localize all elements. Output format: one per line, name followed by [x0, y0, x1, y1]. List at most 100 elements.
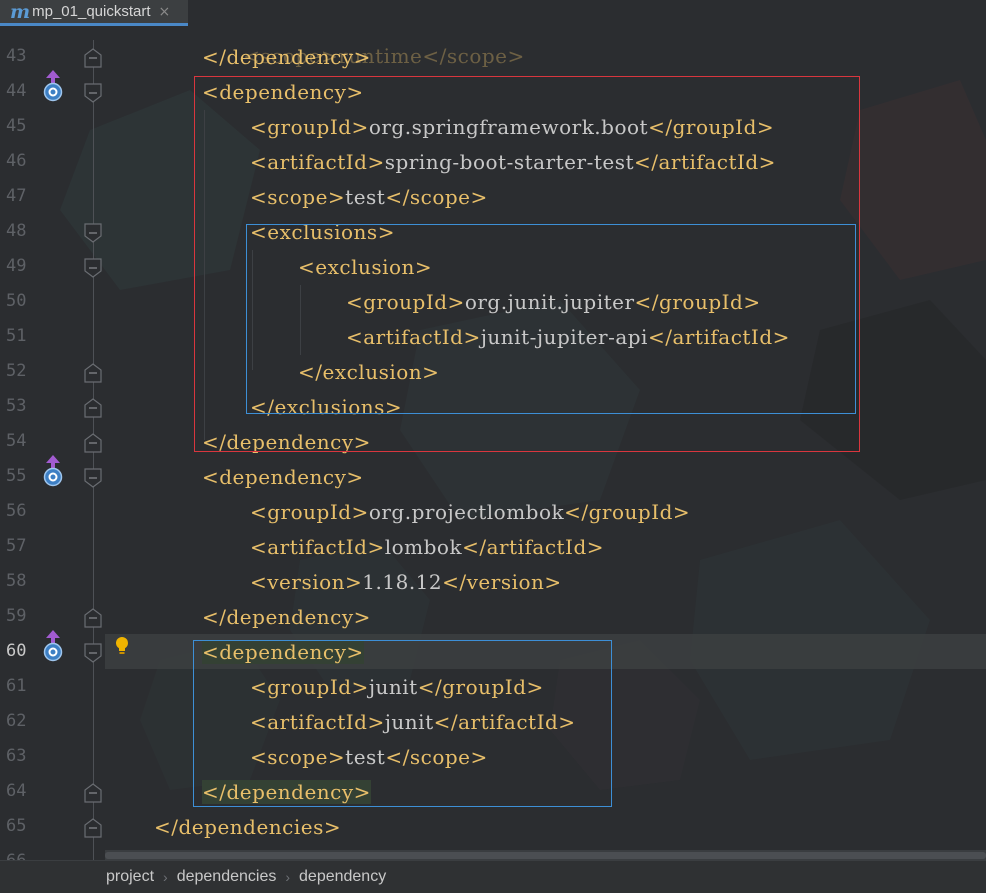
code-line: <exclusion> — [298, 250, 432, 285]
xml-text: spring-boot-starter-test — [384, 150, 634, 174]
code-line: </dependency> — [202, 600, 371, 635]
indent-guide — [300, 285, 301, 355]
code-line: <groupId>org.springframework.boot</group… — [250, 110, 774, 145]
line-number: 47 — [6, 186, 27, 206]
breadcrumb-item-project[interactable]: project — [106, 868, 154, 886]
line-number: 60 — [6, 641, 27, 661]
xml-tag: <groupId> — [250, 675, 369, 699]
editor-tab[interactable]: m mp_01_quickstart × — [0, 0, 188, 26]
xml-tag: </dependency> — [202, 430, 371, 454]
breadcrumb-item-dependencies[interactable]: dependencies — [177, 868, 277, 886]
xml-tag: </artifactId> — [647, 325, 790, 349]
line-number: 50 — [6, 291, 27, 311]
xml-tag: <exclusions> — [250, 220, 395, 244]
code-line: <version>1.18.12</version> — [250, 565, 562, 600]
code-line: <artifactId>junit</artifactId> — [250, 705, 576, 740]
xml-tag: </exclusion> — [298, 360, 440, 384]
fold-close-icon[interactable] — [84, 48, 102, 68]
lightbulb-icon[interactable] — [113, 636, 131, 656]
code-line: <artifactId>lombok</artifactId> — [250, 530, 604, 565]
line-number: 59 — [6, 606, 27, 626]
fold-open-icon[interactable] — [84, 223, 102, 243]
xml-tag: <dependency> — [202, 465, 364, 489]
xml-tag: </groupId> — [417, 675, 544, 699]
line-number: 49 — [6, 256, 27, 276]
xml-tag: </dependency> — [202, 605, 371, 629]
close-icon[interactable]: × — [159, 4, 171, 20]
xml-tag: </artifactId> — [634, 150, 776, 174]
line-number: 57 — [6, 536, 27, 556]
xml-tag: <dependency> — [202, 640, 364, 664]
breadcrumb: project › dependencies › dependency — [0, 860, 986, 893]
fold-close-icon[interactable] — [84, 398, 102, 418]
line-number: 58 — [6, 571, 27, 591]
horizontal-scrollbar[interactable] — [105, 850, 986, 860]
fold-open-icon[interactable] — [84, 468, 102, 488]
overrides-parent-icon[interactable] — [40, 69, 66, 103]
xml-tag: </dependency> — [202, 45, 371, 69]
breadcrumb-separator: › — [285, 869, 291, 885]
tab-label: mp_01_quickstart — [32, 3, 151, 20]
xml-tag: <scope> — [250, 185, 346, 209]
code-line: <scope>test</scope> — [250, 180, 488, 215]
fold-open-icon[interactable] — [84, 83, 102, 103]
code-line: </dependency> — [202, 425, 371, 460]
xml-tag: </exclusions> — [250, 395, 403, 419]
code-line: </exclusion> — [298, 355, 439, 390]
overrides-parent-icon[interactable] — [40, 454, 66, 488]
xml-tag: <exclusion> — [298, 255, 433, 279]
xml-text: org.projectlombok — [368, 500, 565, 524]
maven-m-icon: m — [10, 0, 31, 23]
breadcrumb-item-dependency[interactable]: dependency — [299, 868, 386, 886]
xml-tag: </dependencies> — [154, 815, 342, 839]
breadcrumb-separator: › — [163, 869, 168, 885]
fold-open-icon[interactable] — [84, 643, 102, 663]
indent-guide — [204, 110, 205, 440]
code-line: </dependency> — [202, 775, 371, 810]
line-number: 61 — [6, 676, 27, 696]
xml-tag: </artifactId> — [433, 710, 576, 734]
xml-tag: </dependency> — [202, 780, 371, 804]
fold-close-icon[interactable] — [84, 363, 102, 383]
indent-guide — [252, 250, 253, 370]
xml-tag: <artifactId> — [250, 150, 385, 174]
code-editor[interactable]: <scope>runtime</scope> </dependency> <dep… — [0, 0, 986, 860]
code-line: <groupId>org.projectlombok</groupId> — [250, 495, 690, 530]
xml-text: test — [345, 745, 386, 769]
line-number: 46 — [6, 151, 27, 171]
xml-tag: <groupId> — [250, 500, 369, 524]
fold-close-icon[interactable] — [84, 433, 102, 453]
overrides-parent-icon[interactable] — [40, 629, 66, 663]
fold-close-icon[interactable] — [84, 818, 102, 838]
fold-close-icon[interactable] — [84, 783, 102, 803]
code-line: <groupId>org.junit.jupiter</groupId> — [346, 285, 761, 320]
line-number: 52 — [6, 361, 27, 381]
line-number: 64 — [6, 781, 27, 801]
code-line: <artifactId>junit-jupiter-api</artifactI… — [346, 320, 790, 355]
xml-tag: </scope> — [385, 745, 488, 769]
editor-gutter: 43 44 45 46 47 48 49 50 51 52 53 54 55 56 57 58 59 60 61 62… — [0, 0, 140, 871]
code-line: <artifactId>spring-boot-starter-test</ar… — [250, 145, 776, 180]
code-line: <dependency> — [202, 460, 364, 495]
code-line: <exclusions> — [250, 215, 395, 250]
ide-window: <scope>runtime</scope> </dependency> <dep… — [0, 0, 986, 893]
fold-close-icon[interactable] — [84, 608, 102, 628]
xml-tag: </artifactId> — [462, 535, 605, 559]
xml-tag: <artifactId> — [250, 710, 385, 734]
xml-tag: <version> — [250, 570, 363, 594]
code-line: <dependency> — [202, 75, 364, 110]
xml-tag: </scope> — [385, 185, 488, 209]
fold-open-icon[interactable] — [84, 258, 102, 278]
xml-text: org.junit.jupiter — [464, 290, 635, 314]
xml-tag: <artifactId> — [346, 325, 481, 349]
code-line: </dependency> — [202, 40, 371, 75]
xml-tag: <dependency> — [202, 80, 364, 104]
scrollbar-thumb[interactable] — [105, 852, 986, 859]
line-number: 48 — [6, 221, 27, 241]
xml-text: test — [345, 185, 386, 209]
code-line: </dependencies> — [154, 810, 341, 845]
code-line: <dependency> — [202, 635, 364, 670]
xml-tag: <groupId> — [250, 115, 369, 139]
line-number: 54 — [6, 431, 27, 451]
xml-tag: </groupId> — [564, 500, 691, 524]
